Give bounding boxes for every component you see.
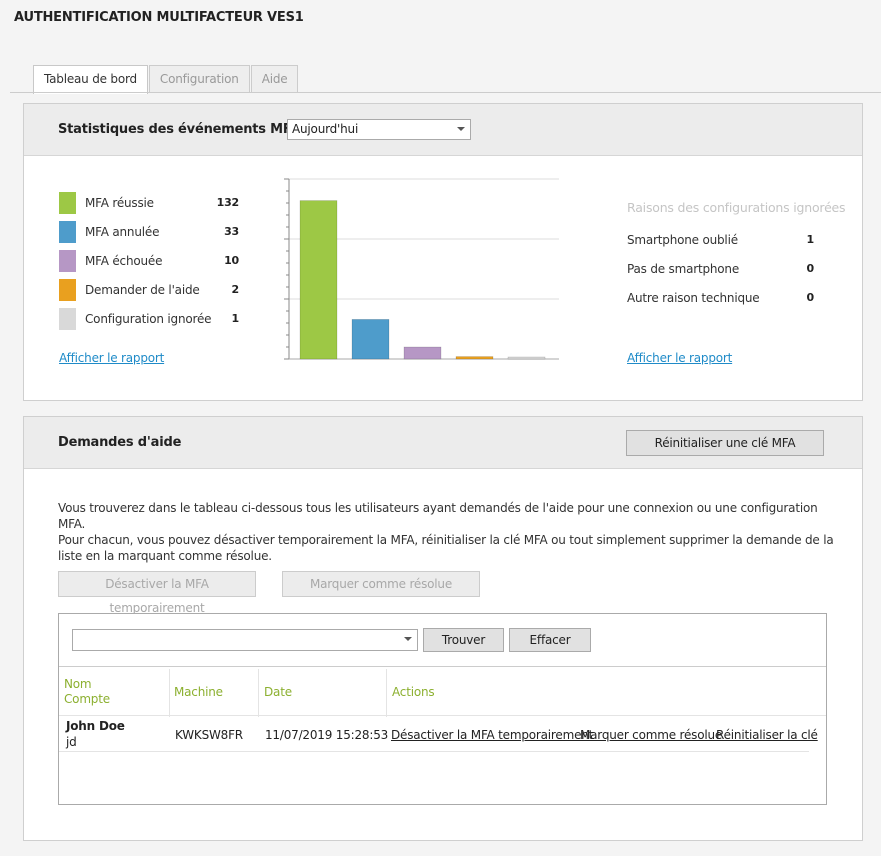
period-select-value: Aujourd'hui — [292, 122, 359, 136]
row-user-account: jd — [66, 735, 77, 749]
stats-panel-header: Statistiques des événements MFA Aujourd'… — [24, 104, 862, 156]
legend-swatch — [59, 308, 76, 330]
legend-label: MFA annulée — [85, 225, 160, 239]
column-separator — [169, 669, 170, 717]
chart-bar-0 — [299, 200, 338, 360]
find-button[interactable]: Trouver — [423, 628, 504, 652]
reason-label: Smartphone oublié — [627, 233, 738, 247]
tab-help[interactable]: Aide — [250, 65, 299, 93]
tab-dashboard[interactable]: Tableau de bord — [33, 65, 148, 94]
reason-item: Smartphone oublié 1 — [627, 233, 814, 249]
legend-item-failed: MFA échouée 10 — [59, 250, 239, 272]
column-separator — [386, 669, 387, 717]
chart-bar-1 — [351, 319, 390, 360]
row-date: 11/07/2019 15:28:53 — [265, 728, 389, 742]
reasons-title: Raisons des configurations ignorées — [627, 200, 846, 215]
column-separator — [258, 669, 259, 717]
table-row-divider — [59, 715, 826, 716]
stats-report-link[interactable]: Afficher le rapport — [59, 351, 164, 365]
chevron-down-icon — [404, 637, 412, 641]
search-select[interactable] — [72, 629, 418, 651]
column-header-account-line: Compte — [64, 692, 110, 706]
legend-label: MFA réussie — [85, 196, 154, 210]
stats-title: Statistiques des événements MFA — [58, 122, 300, 137]
table-row-divider — [59, 751, 809, 752]
help-description-line: Pour chacun, vous pouvez désactiver temp… — [58, 533, 834, 563]
help-panel: Demandes d'aide Réinitialiser une clé MF… — [23, 416, 863, 841]
chart-bar-4 — [507, 356, 546, 360]
column-header-actions: Actions — [392, 685, 435, 699]
legend-label: MFA échouée — [85, 254, 163, 268]
reason-item: Pas de smartphone 0 — [627, 262, 814, 278]
disable-mfa-button[interactable]: Désactiver la MFA temporairement — [58, 571, 256, 615]
row-disable-mfa-link[interactable]: Désactiver la MFA temporairement — [391, 728, 593, 742]
legend-value: 1 — [231, 312, 240, 325]
legend-label: Demander de l'aide — [85, 283, 200, 297]
reason-value: 1 — [806, 233, 815, 246]
help-description-line: Vous trouverez dans le tableau ci-dessou… — [58, 501, 818, 531]
row-mark-resolved-link[interactable]: Marquer comme résolue — [580, 728, 722, 742]
reasons-report-link[interactable]: Afficher le rapport — [627, 351, 732, 365]
period-select[interactable]: Aujourd'hui — [287, 119, 471, 140]
help-requests-table: Trouver Effacer — [58, 613, 827, 805]
table-header-divider — [59, 666, 826, 667]
legend-value: 33 — [224, 225, 239, 238]
reason-label: Pas de smartphone — [627, 262, 740, 276]
stats-panel: Statistiques des événements MFA Aujourd'… — [23, 103, 863, 401]
legend-value: 2 — [231, 283, 240, 296]
legend-item-cancelled: MFA annulée 33 — [59, 221, 239, 243]
legend-value: 10 — [224, 254, 239, 267]
legend-swatch — [59, 279, 76, 301]
clear-button[interactable]: Effacer — [509, 628, 591, 652]
row-user-name: John Doe — [66, 719, 125, 733]
help-panel-header: Demandes d'aide Réinitialiser une clé MF… — [24, 417, 862, 469]
legend-value: 132 — [216, 196, 240, 209]
tab-bar: Tableau de bord Configuration Aide — [33, 65, 299, 94]
row-machine: KWKSW8FR — [175, 728, 243, 742]
legend-label: Configuration ignorée — [85, 312, 212, 326]
legend-swatch — [59, 221, 76, 243]
column-header-name: Nom Compte — [64, 677, 110, 707]
mark-resolved-button[interactable]: Marquer comme résolue — [282, 571, 480, 597]
reason-value: 0 — [806, 291, 815, 304]
help-title: Demandes d'aide — [58, 435, 182, 450]
chevron-down-icon — [457, 127, 465, 131]
column-header-machine: Machine — [174, 685, 223, 699]
app-title: AUTHENTIFICATION MULTIFACTEUR VES1 — [14, 10, 304, 25]
help-description: Vous trouverez dans le tableau ci-dessou… — [58, 500, 838, 564]
legend-item-success: MFA réussie 132 — [59, 192, 239, 214]
chart-bar-3 — [455, 356, 494, 360]
column-header-name-line: Nom — [64, 677, 92, 691]
chart-bar-2 — [403, 346, 442, 360]
legend-item-help-request: Demander de l'aide 2 — [59, 279, 239, 301]
tab-configuration[interactable]: Configuration — [148, 65, 250, 93]
reset-mfa-key-button[interactable]: Réinitialiser une clé MFA — [626, 430, 824, 456]
row-reset-key-link[interactable]: Réinitialiser la clé — [716, 728, 818, 742]
legend-swatch — [59, 192, 76, 214]
column-header-date: Date — [264, 685, 292, 699]
legend-item-config-ignored: Configuration ignorée 1 — [59, 308, 239, 330]
reason-value: 0 — [806, 262, 815, 275]
reason-label: Autre raison technique — [627, 291, 760, 305]
tab-divider — [10, 92, 881, 93]
legend-swatch — [59, 250, 76, 272]
events-bar-chart — [284, 178, 559, 360]
reason-item: Autre raison technique 0 — [627, 291, 814, 307]
